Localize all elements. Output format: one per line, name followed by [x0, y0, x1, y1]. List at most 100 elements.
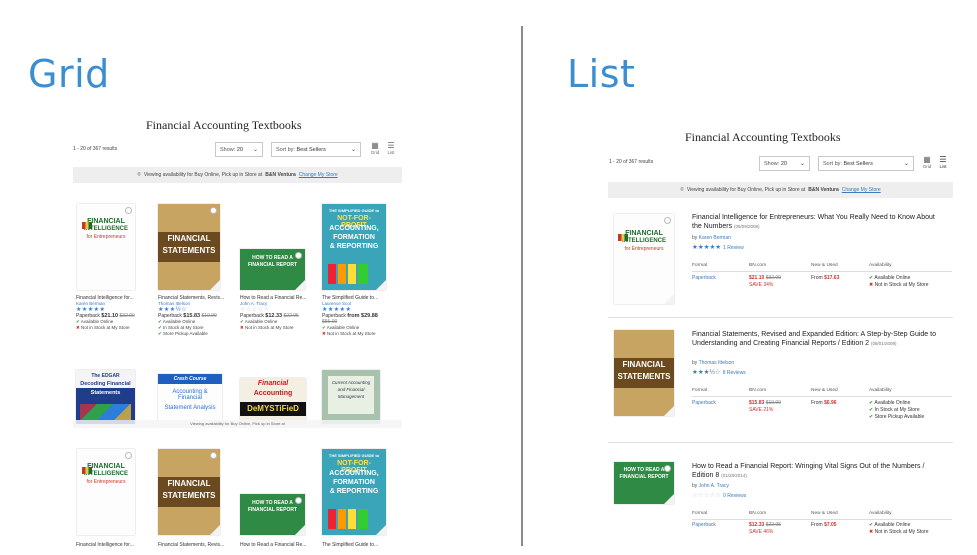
- sort-value: Best Sellers: [843, 160, 873, 167]
- reviews-link[interactable]: 1 Review: [723, 245, 744, 251]
- list-item-title[interactable]: Financial Intelligence for Entrepreneurs…: [692, 214, 942, 231]
- book-cover[interactable]: The EDGAR Decoding Financial Statements: [76, 370, 135, 424]
- book-cover[interactable]: THE SIMPLIFIED GUIDE to NOT-FOR-PROFIT A…: [322, 449, 386, 535]
- list-sort-select[interactable]: Sort by: Best Sellers ⌄: [818, 156, 914, 171]
- author-link[interactable]: John A. Tracy: [699, 483, 729, 489]
- grid-show-select[interactable]: Show: 20 ⌄: [215, 142, 263, 157]
- book-cover[interactable]: FINANCIAL INTELLIGENCE for Entrepreneurs: [77, 204, 135, 290]
- store-name: B&N Ventura: [808, 187, 839, 193]
- list-item-rating: ★★★★★ 1 Review: [692, 243, 744, 251]
- cover-text: Current Accounting: [331, 380, 371, 385]
- wishlist-icon[interactable]: [664, 465, 671, 472]
- author-link[interactable]: Thomas Ittelson: [699, 360, 735, 366]
- sort-value: Best Sellers: [296, 146, 326, 153]
- from-price[interactable]: $6.96: [824, 400, 837, 406]
- list-item-title[interactable]: Financial Statements, Revised and Expand…: [692, 331, 942, 348]
- grid-card-info: Financial Statements, Revis... Thomas It…: [158, 295, 228, 337]
- check-icon: ✔: [158, 331, 162, 336]
- cover-text: for Entrepreneurs: [86, 479, 126, 485]
- show-label: Show:: [220, 146, 236, 153]
- wishlist-icon[interactable]: [295, 252, 302, 259]
- format-link[interactable]: Paperback: [692, 400, 716, 406]
- wishlist-icon[interactable]: [664, 217, 671, 224]
- rating-stars: ★★★★★: [76, 307, 106, 313]
- list-view-toggle[interactable]: ☰ List: [937, 156, 949, 170]
- col-bn: BN.com: [749, 263, 767, 268]
- book-cover[interactable]: FINANCIAL STATEMENTS: [614, 330, 674, 416]
- from-label: From: [811, 400, 823, 406]
- save-badge: SAVE 34%: [749, 282, 774, 288]
- book-title[interactable]: How to Read a Financial Re...: [240, 542, 310, 548]
- book-cover[interactable]: HOW TO READ A FINANCIAL REPORT: [614, 462, 674, 504]
- grid-view-toggle[interactable]: ▦ Grid: [921, 156, 933, 170]
- grid-icon: ▦: [371, 141, 379, 150]
- wishlist-icon[interactable]: [210, 452, 217, 459]
- author-link[interactable]: Karen Berman: [699, 235, 731, 241]
- change-store-link[interactable]: Change My Store: [842, 187, 881, 193]
- price: from $29.88: [347, 313, 378, 319]
- from-label: From: [811, 522, 823, 528]
- grid-sort-select[interactable]: Sort by: Best Sellers ⌄: [271, 142, 361, 157]
- cover-corner: [295, 280, 305, 290]
- list-item-title[interactable]: How to Read a Financial Report: Wringing…: [692, 463, 942, 480]
- list-view-label: List: [387, 150, 395, 155]
- check-icon: ✔: [322, 325, 326, 330]
- wishlist-icon[interactable]: [295, 497, 302, 504]
- cover-text: FINANCIAL: [167, 234, 211, 243]
- book-cover[interactable]: THE SIMPLIFIED GUIDE to NOT-FOR-PROFIT A…: [322, 204, 386, 290]
- col-format: Format: [692, 511, 708, 516]
- check-icon: ✔: [158, 325, 162, 330]
- book-title[interactable]: Financial Statements, Revis...: [158, 542, 228, 548]
- reviews-link[interactable]: 0 Reviews: [723, 493, 746, 499]
- list-results-count: 1 - 20 of 367 results: [609, 159, 654, 165]
- availability-item: Store Pickup Available: [163, 331, 208, 336]
- cover-text: Accounting & Financial: [172, 389, 208, 401]
- change-store-link[interactable]: Change My Store: [299, 172, 338, 178]
- grid-view-label: Grid: [370, 150, 380, 155]
- availability-item: Not in Stock at My Store: [874, 529, 929, 535]
- book-title[interactable]: Financial Intelligence for...: [76, 542, 146, 548]
- book-cover[interactable]: FINANCIAL STATEMENTS: [158, 204, 220, 290]
- cover-text: Statement Analysis: [164, 405, 216, 411]
- availability-item: Available Online: [162, 319, 196, 324]
- book-cover[interactable]: FINANCIAL INTELLIGENCE for Entrepreneurs: [614, 214, 674, 304]
- book-cover[interactable]: Current Accounting and Financial Managem…: [322, 370, 380, 424]
- book-cover[interactable]: FINANCIAL STATEMENTS: [158, 449, 220, 535]
- book-cover[interactable]: Crash Course Accounting & Financial Stat…: [158, 374, 222, 424]
- book-cover[interactable]: FINANCIAL INTELLIGENCE for Entrepreneurs: [77, 449, 135, 535]
- chevron-down-icon: ⌄: [903, 161, 909, 167]
- availability-item: Available Online: [874, 522, 911, 528]
- format-link[interactable]: Paperback: [692, 275, 716, 281]
- title-text[interactable]: Financial Intelligence for Entrepreneurs…: [692, 214, 935, 230]
- from-price[interactable]: $7.05: [824, 522, 837, 528]
- format-link[interactable]: Paperback: [692, 522, 716, 528]
- wishlist-icon[interactable]: [125, 207, 132, 214]
- availability-item: Not in Stock at My Store: [245, 325, 294, 330]
- cover-corner: [664, 294, 674, 304]
- col-new-used: New & Used: [811, 511, 838, 516]
- show-label: Show:: [764, 160, 780, 167]
- availability-text: Viewing availability for Buy Online, Pic…: [686, 187, 806, 193]
- availability-item: Store Pickup Available: [874, 414, 925, 420]
- wishlist-icon[interactable]: [210, 207, 217, 214]
- grid-card-info: The Simplified Guide to... Laurence Scot…: [322, 295, 392, 337]
- book-cover[interactable]: HOW TO READ A FINANCIAL REPORT: [240, 494, 305, 535]
- book-cover[interactable]: Financial Accounting DeMYSTiFieD: [240, 378, 306, 424]
- grid-view-toggle[interactable]: ▦ Grid: [369, 141, 381, 156]
- show-value: 20: [236, 146, 243, 153]
- list-show-select[interactable]: Show: 20 ⌄: [759, 156, 810, 171]
- wishlist-icon[interactable]: [125, 452, 132, 459]
- reviews-link[interactable]: 8 Reviews: [723, 370, 746, 376]
- book-title[interactable]: The Simplified Guide to...: [322, 542, 392, 548]
- list-item-author: by John A. Tracy: [692, 483, 729, 489]
- cover-text: Management: [337, 394, 365, 399]
- from-price[interactable]: $17.63: [824, 275, 839, 281]
- check-icon: ✔: [76, 319, 80, 324]
- col-format: Format: [692, 263, 708, 268]
- book-cover[interactable]: HOW TO READ A FINANCIAL REPORT: [240, 249, 305, 290]
- list-view-toggle[interactable]: ☰ List: [385, 142, 397, 156]
- title-text[interactable]: Financial Statements, Revised and Expand…: [692, 331, 936, 347]
- save-badge: SAVE 46%: [749, 529, 774, 535]
- cover-text: ACCOUNTING,: [329, 225, 379, 232]
- availability-item: Available Online: [80, 319, 114, 324]
